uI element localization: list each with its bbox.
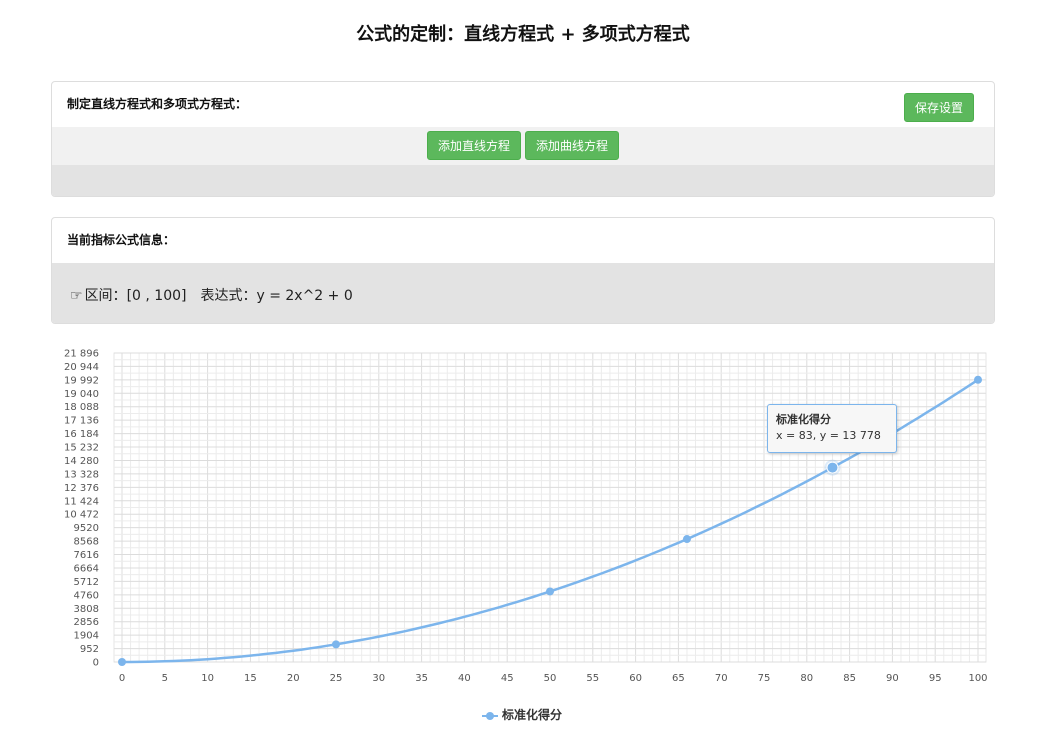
- chart-legend[interactable]: 标准化得分: [482, 706, 562, 723]
- y-tick-label: 19 040: [64, 389, 99, 400]
- data-point[interactable]: [682, 535, 691, 544]
- pointing-hand-icon: ☞: [70, 288, 83, 304]
- y-tick-label: 4760: [74, 590, 99, 601]
- x-tick-label: 60: [629, 673, 642, 684]
- y-tick-label: 18 088: [64, 402, 99, 413]
- x-tick-label: 15: [244, 673, 257, 684]
- x-tick-label: 100: [968, 673, 987, 684]
- x-tick-label: 70: [715, 673, 728, 684]
- y-tick-label: 952: [80, 644, 99, 655]
- equation-list-area: [52, 165, 994, 196]
- x-tick-label: 55: [586, 673, 599, 684]
- y-tick-label: 0: [93, 658, 99, 669]
- x-tick-label: 10: [201, 673, 214, 684]
- y-tick-label: 7616: [74, 550, 99, 561]
- y-tick-label: 14 280: [64, 456, 99, 467]
- x-tick-label: 30: [372, 673, 385, 684]
- data-point[interactable]: [546, 587, 554, 596]
- x-tick-label: 95: [929, 673, 942, 684]
- y-tick-label: 11 424: [64, 496, 99, 507]
- tooltip-title: 标准化得分: [776, 413, 831, 426]
- y-tick-label: 15 232: [64, 443, 99, 454]
- y-tick-label: 1904: [74, 631, 99, 642]
- expression-label: 表达式：: [200, 288, 257, 304]
- x-tick-label: 50: [544, 673, 557, 684]
- y-tick-label: 19 992: [64, 375, 99, 386]
- x-tick-label: 85: [843, 673, 856, 684]
- add-line-equation-button[interactable]: 添加直线方程: [427, 131, 521, 160]
- y-tick-label: 12 376: [64, 483, 99, 494]
- legend-marker-icon: [482, 711, 498, 721]
- add-equation-bar: 添加直线方程 添加曲线方程: [52, 127, 994, 165]
- y-tick-label: 8568: [74, 537, 99, 548]
- current-formula-heading: 当前指标公式信息：: [67, 233, 176, 247]
- x-tick-label: 75: [758, 673, 771, 684]
- y-tick-label: 17 136: [64, 416, 99, 427]
- x-tick-label: 65: [672, 673, 685, 684]
- score-line-chart: 0952190428563808476057126664761685689520…: [64, 349, 988, 685]
- interval-label: 区间：: [84, 288, 127, 304]
- y-tick-label: 2856: [74, 617, 99, 628]
- y-tick-label: 21 896: [64, 349, 99, 360]
- data-point[interactable]: [118, 658, 126, 666]
- x-tick-label: 25: [330, 673, 343, 684]
- x-tick-label: 90: [886, 673, 899, 684]
- expression-value: y = 2x^2 + 0: [256, 288, 353, 304]
- formula-info-band: ☞ 区间：[0 , 100] 表达式：y = 2x^2 + 0: [52, 263, 994, 323]
- y-tick-label: 16 184: [64, 429, 99, 440]
- add-curve-equation-button[interactable]: 添加曲线方程: [525, 131, 619, 160]
- formula-info-line: ☞ 区间：[0 , 100] 表达式：y = 2x^2 + 0: [70, 285, 353, 305]
- page-title: 公式的定制：直线方程式 + 多项式方程式: [356, 24, 690, 45]
- x-tick-label: 5: [162, 673, 168, 684]
- current-formula-panel: 当前指标公式信息： ☞ 区间：[0 , 100] 表达式：y = 2x^2 + 0: [51, 217, 995, 324]
- y-tick-label: 5712: [74, 577, 99, 588]
- x-tick-label: 80: [800, 673, 813, 684]
- chart-tooltip: 标准化得分 x = 83, y = 13 778: [767, 404, 897, 453]
- data-point[interactable]: [974, 375, 982, 384]
- y-tick-label: 9520: [74, 523, 99, 534]
- data-point[interactable]: [332, 640, 340, 649]
- y-tick-label: 6664: [74, 563, 99, 574]
- x-tick-label: 45: [501, 673, 514, 684]
- tooltip-text: x = 83, y = 13 778: [776, 429, 881, 442]
- y-tick-label: 3808: [74, 604, 99, 615]
- y-tick-label: 13 328: [64, 469, 99, 480]
- save-settings-button[interactable]: 保存设置: [904, 93, 974, 122]
- formula-panel-heading: 制定直线方程式和多项式方程式：: [67, 97, 248, 111]
- legend-label: 标准化得分: [502, 708, 563, 722]
- y-tick-label: 20 944: [64, 362, 99, 373]
- interval-value: [0 , 100]: [126, 288, 187, 304]
- formula-settings-panel: 制定直线方程式和多项式方程式： 保存设置 添加直线方程 添加曲线方程: [51, 81, 995, 197]
- x-tick-label: 20: [287, 673, 300, 684]
- x-tick-label: 40: [458, 673, 471, 684]
- data-point[interactable]: [826, 461, 839, 474]
- y-tick-label: 10 472: [64, 510, 99, 521]
- x-tick-label: 35: [415, 673, 428, 684]
- x-tick-label: 0: [119, 673, 125, 684]
